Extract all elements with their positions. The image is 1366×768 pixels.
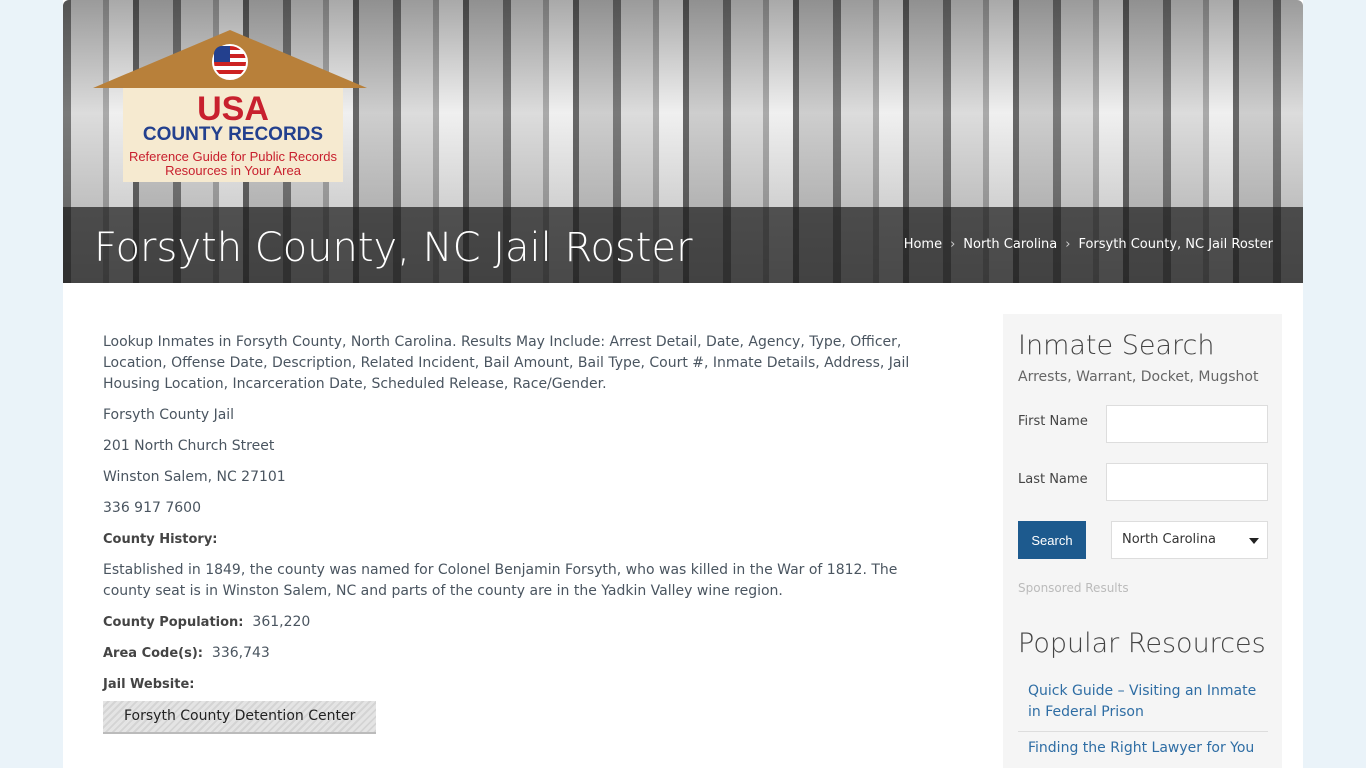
sidebar: Inmate Search Arrests, Warrant, Docket, … <box>1003 314 1282 768</box>
first-name-input[interactable] <box>1106 405 1268 443</box>
page: USA COUNTY RECORDS Reference Guide for Pub… <box>63 0 1303 768</box>
chevron-right-icon: › <box>1065 237 1071 252</box>
history-label: County History: <box>103 532 218 547</box>
popular-resources-title: Popular Resources <box>1018 628 1266 659</box>
first-name-label: First Name <box>1018 414 1088 429</box>
last-name-input[interactable] <box>1106 463 1268 501</box>
flag-icon <box>212 44 248 80</box>
jail-website-button[interactable]: Forsyth County Detention Center <box>103 701 377 734</box>
breadcrumb-current: Forsyth County, NC Jail Roster <box>1078 237 1273 252</box>
hero-banner: USA COUNTY RECORDS Reference Guide for Pub… <box>63 0 1303 283</box>
state-select[interactable]: North Carolina <box>1111 521 1268 559</box>
intro-text: Lookup Inmates in Forsyth County, North … <box>103 334 910 392</box>
main-content: Lookup Inmates in Forsyth County, North … <box>103 332 913 734</box>
search-button[interactable]: Search <box>1018 521 1086 559</box>
inmate-search-title: Inmate Search <box>1018 330 1215 361</box>
state-select-value: North Carolina <box>1122 532 1216 547</box>
resource-link[interactable]: Quick Guide – Visiting an Inmate in Fede… <box>1018 681 1268 732</box>
breadcrumb-home[interactable]: Home <box>904 237 942 252</box>
logo-tagline: Reference Guide for Public Records Resou… <box>128 149 338 178</box>
area-code-value: 336,743 <box>211 645 270 661</box>
population-value: 361,220 <box>252 614 311 630</box>
jail-street: 201 North Church Street <box>103 438 275 454</box>
website-label: Jail Website: <box>103 677 195 692</box>
last-name-label: Last Name <box>1018 472 1088 487</box>
chevron-right-icon: › <box>950 237 956 252</box>
history-text: Established in 1849, the county was name… <box>103 562 898 599</box>
inmate-search-subtitle: Arrests, Warrant, Docket, Mugshot <box>1018 369 1259 385</box>
page-title: Forsyth County, NC Jail Roster <box>94 225 693 271</box>
site-logo[interactable]: USA COUNTY RECORDS Reference Guide for Pub… <box>93 30 368 182</box>
sponsored-label: Sponsored Results <box>1018 581 1129 595</box>
breadcrumb: Home › North Carolina › Forsyth County, NC J… <box>904 237 1273 252</box>
population-label: County Population: <box>103 615 244 630</box>
jail-name: Forsyth County Jail <box>103 407 235 423</box>
logo-text: COUNTY RECORDS <box>142 124 324 145</box>
breadcrumb-state[interactable]: North Carolina <box>963 237 1057 252</box>
title-bar: Forsyth County, NC Jail Roster Home › Nort… <box>63 207 1303 283</box>
jail-phone: 336 917 7600 <box>103 500 201 516</box>
area-code-label: Area Code(s): <box>103 646 204 661</box>
resource-link[interactable]: Finding the Right Lawyer for You <box>1018 738 1268 759</box>
jail-city: Winston Salem, NC 27101 <box>103 469 286 485</box>
